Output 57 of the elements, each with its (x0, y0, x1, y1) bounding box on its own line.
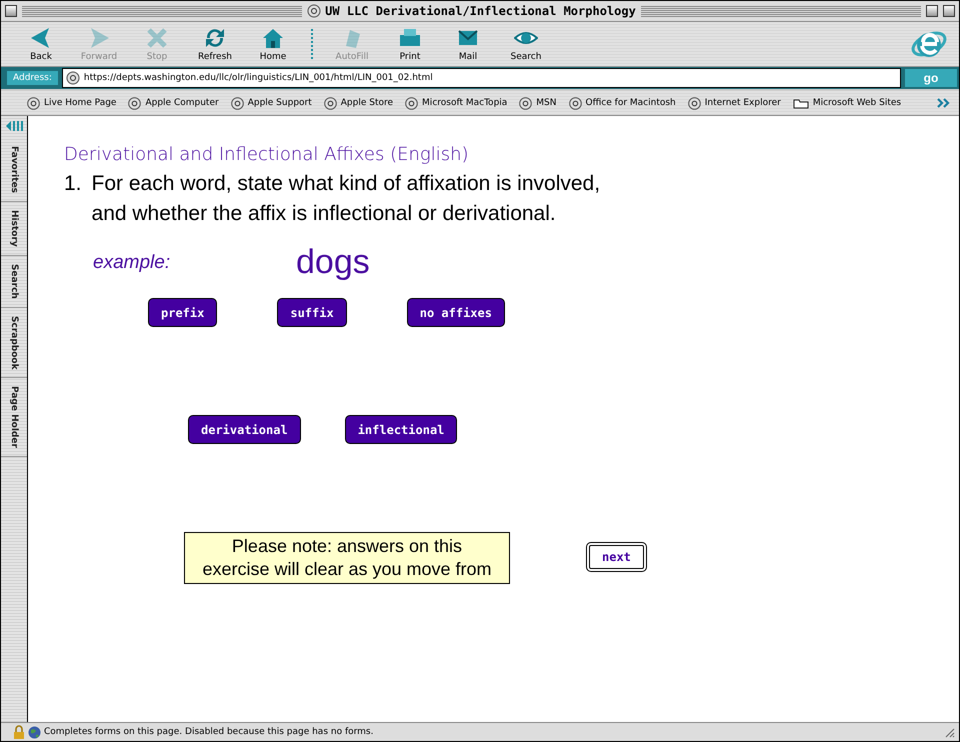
toolbar-button[interactable]: Search (498, 24, 554, 64)
toolbar-button[interactable]: Back (13, 24, 69, 64)
sidebar-tab[interactable]: Favorites (1, 138, 27, 202)
zoom-box[interactable] (926, 5, 938, 17)
status-text: Completes forms on this page. Disabled because this page has no forms. (44, 727, 374, 737)
page-icon (519, 96, 532, 110)
globe-icon (28, 726, 41, 738)
page-icon (230, 96, 244, 110)
sidebar-tab[interactable]: Scrapbook (1, 308, 27, 378)
answer-button[interactable]: suffix (277, 298, 347, 327)
favorite-link[interactable]: Office for Macintosh (568, 96, 676, 110)
collapse-sidebar-icon (5, 120, 23, 132)
favorite-link[interactable]: Apple Store (324, 96, 394, 110)
resize-grip-icon (943, 726, 955, 738)
question-number: 1. (64, 171, 82, 197)
answer-button[interactable]: prefix (148, 298, 218, 327)
example-word: dogs (296, 243, 370, 282)
example-label: example: (93, 252, 172, 274)
toolbar-button[interactable]: Home (245, 24, 301, 64)
next-button[interactable]: next (586, 542, 647, 572)
address-field[interactable]: https://depts.washington.edu/llc/olr/linguistics/LIN_001/html/LIN_001_02.html (62, 68, 901, 88)
favorite-link[interactable]: Apple Computer (128, 96, 219, 110)
answer-button[interactable]: inflectional (344, 415, 458, 444)
page-icon (66, 71, 80, 85)
favorite-link[interactable]: Microsoft MacTopia (405, 96, 508, 110)
toolbar-button[interactable]: Mail (440, 24, 496, 64)
question-text: For each word, state what kind of affixation is involved, and whether the affix is inflectional or derivational. (92, 171, 602, 227)
page-icon (568, 96, 582, 110)
toolbar-button[interactable]: Print (382, 24, 438, 64)
answer-button[interactable]: derivational (188, 415, 301, 444)
favorite-link[interactable]: Apple Support (230, 96, 312, 110)
window-title: UW LLC Derivational/Inflectional Morphology (325, 4, 636, 18)
address-label: Address: (7, 71, 58, 85)
close-box[interactable] (5, 5, 17, 17)
page-icon (324, 96, 337, 110)
more-chevron-icon (937, 98, 951, 108)
page-icon (128, 96, 142, 110)
toolbar-button[interactable]: Refresh (187, 24, 243, 64)
sidebar-tab[interactable]: Search (1, 256, 27, 308)
sidebar-tab[interactable]: Page Holder (1, 378, 27, 458)
folder-icon (792, 97, 809, 109)
favorite-link[interactable]: Live Home Page (27, 96, 116, 110)
note-box: Please note: answers on this exercise will clear as you move from (184, 532, 510, 584)
home-icon (261, 26, 285, 50)
favorite-link[interactable]: MSN (519, 96, 557, 110)
answer-button[interactable]: no affixes (406, 298, 505, 327)
lock-icon (13, 725, 25, 739)
page-icon (688, 96, 701, 110)
page-icon (405, 96, 418, 110)
page-icon (307, 4, 322, 18)
favorite-link[interactable]: Internet Explorer (688, 96, 781, 110)
page-heading: Derivational and Inflectional Affixes (English) (64, 144, 470, 165)
stop-icon (145, 26, 169, 50)
sidebar-tab[interactable]: History (1, 202, 27, 256)
collapse-box[interactable] (943, 5, 956, 17)
favorite-link[interactable]: Microsoft Web Sites (792, 97, 902, 109)
page-icon (27, 96, 40, 110)
